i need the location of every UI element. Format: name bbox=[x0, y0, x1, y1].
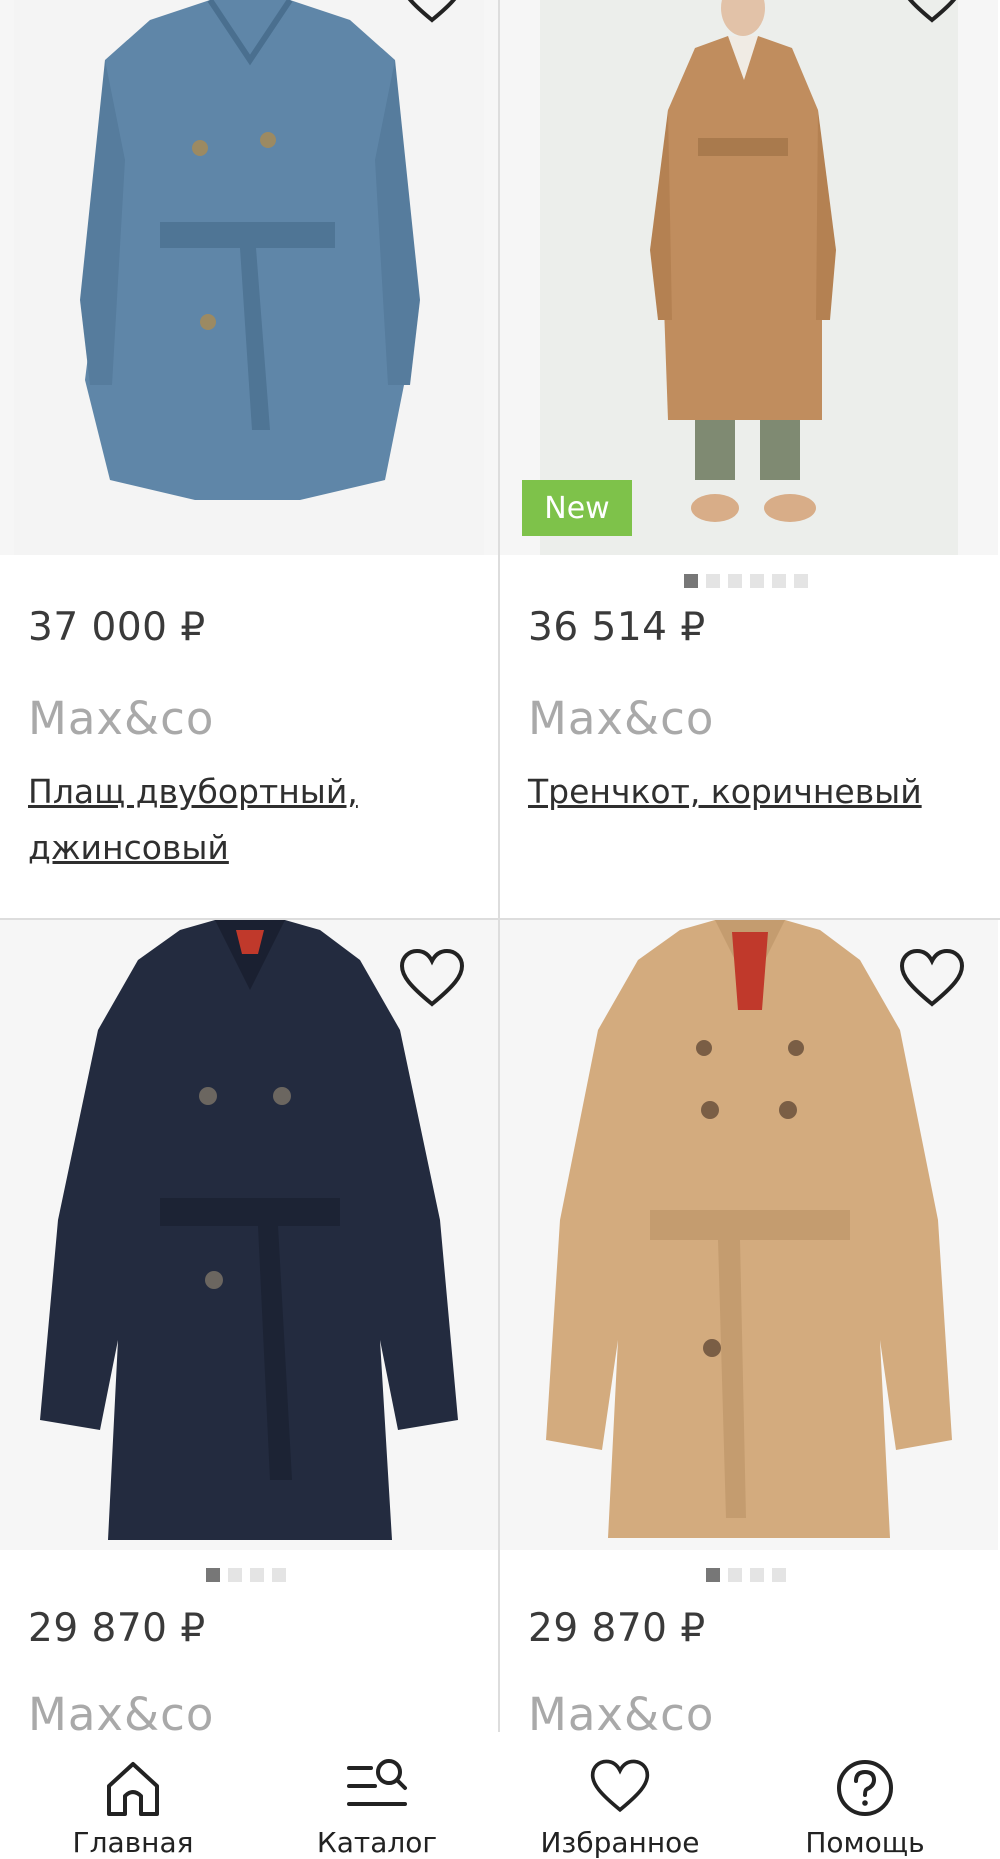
pagination-dot[interactable] bbox=[772, 1568, 786, 1582]
product-brand: Max&co bbox=[528, 1688, 715, 1732]
pagination-dot[interactable] bbox=[728, 1568, 742, 1582]
product-image[interactable]: New bbox=[500, 0, 998, 555]
pagination-dot[interactable] bbox=[684, 574, 698, 588]
product-price: 29 870 ₽ bbox=[528, 1606, 706, 1651]
product-brand: Max&co bbox=[28, 692, 215, 745]
pagination-dot[interactable] bbox=[750, 574, 764, 588]
product-image[interactable] bbox=[500, 920, 998, 1550]
favorite-icon[interactable] bbox=[398, 948, 466, 1010]
product-brand: Max&co bbox=[28, 1688, 215, 1732]
help-icon bbox=[837, 1760, 893, 1816]
pagination-dot[interactable] bbox=[706, 1568, 720, 1582]
pagination-dot[interactable] bbox=[772, 574, 786, 588]
column-divider bbox=[498, 0, 500, 1732]
pagination-dot[interactable] bbox=[750, 1568, 764, 1582]
product-brand: Max&co bbox=[528, 692, 715, 745]
tab-favorites[interactable]: Избранное bbox=[495, 1732, 745, 1859]
pagination-dot[interactable] bbox=[206, 1568, 220, 1582]
tab-home[interactable]: Главная bbox=[8, 1732, 258, 1859]
favorite-icon[interactable] bbox=[898, 948, 966, 1010]
pagination-dot[interactable] bbox=[794, 574, 808, 588]
tab-help[interactable]: Помощь bbox=[740, 1732, 990, 1859]
tab-catalog[interactable]: Каталог bbox=[252, 1732, 502, 1859]
tab-label: Главная bbox=[72, 1826, 194, 1859]
pagination-dot[interactable] bbox=[228, 1568, 242, 1582]
image-pagination bbox=[684, 574, 808, 588]
product-title[interactable]: Тренчкот, коричневый bbox=[528, 764, 968, 820]
pagination-dot[interactable] bbox=[272, 1568, 286, 1582]
favorite-icon[interactable] bbox=[898, 0, 966, 26]
favorite-icon[interactable] bbox=[398, 0, 466, 26]
product-card[interactable]: New 36 514 ₽ Max&co Тренчкот, коричневый bbox=[500, 0, 998, 918]
product-card[interactable]: 29 870 ₽ Max&co bbox=[0, 920, 498, 1732]
tab-label: Избранное bbox=[540, 1826, 700, 1859]
product-image[interactable] bbox=[0, 920, 498, 1550]
new-badge: New bbox=[522, 480, 632, 536]
pagination-dot[interactable] bbox=[250, 1568, 264, 1582]
product-image[interactable] bbox=[0, 0, 498, 555]
pagination-dot[interactable] bbox=[728, 574, 742, 588]
bottom-tab-bar: Главная Каталог Избранное Помощь bbox=[0, 1732, 1000, 1859]
product-card[interactable]: 29 870 ₽ Max&co bbox=[500, 920, 998, 1732]
tab-label: Каталог bbox=[316, 1826, 438, 1859]
product-price: 37 000 ₽ bbox=[28, 605, 206, 650]
tab-label: Помощь bbox=[805, 1826, 925, 1859]
image-pagination bbox=[206, 1568, 286, 1582]
product-grid: 37 000 ₽ Max&co Плащ двубортный, джинсов… bbox=[0, 0, 1000, 1732]
product-price: 29 870 ₽ bbox=[28, 1606, 206, 1651]
product-price: 36 514 ₽ bbox=[528, 605, 706, 650]
product-card[interactable]: 37 000 ₽ Max&co Плащ двубортный, джинсов… bbox=[0, 0, 498, 918]
catalog-search-icon bbox=[347, 1759, 407, 1806]
pagination-dot[interactable] bbox=[706, 574, 720, 588]
heart-icon bbox=[590, 1759, 650, 1813]
home-icon bbox=[107, 1762, 159, 1816]
image-pagination bbox=[706, 1568, 786, 1582]
product-title[interactable]: Плащ двубортный, джинсовый bbox=[28, 764, 468, 876]
